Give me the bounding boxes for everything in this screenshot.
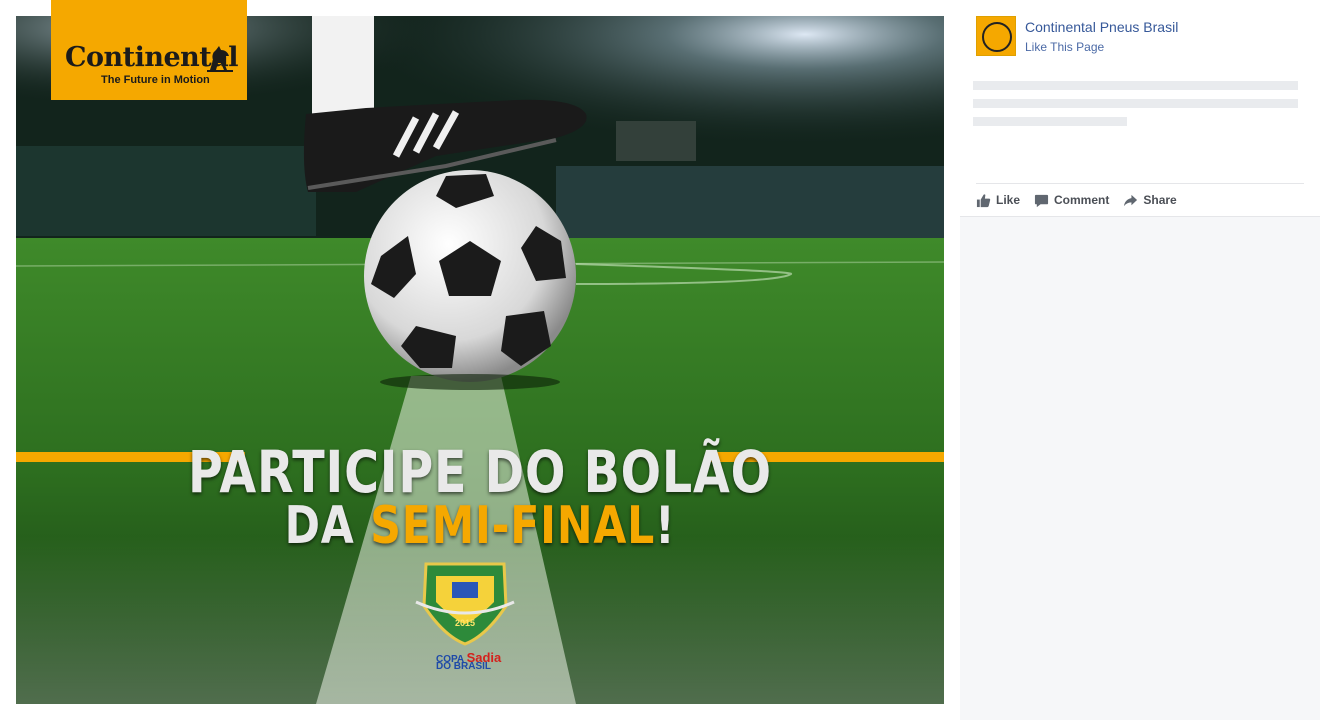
share-label: Share — [1143, 193, 1177, 207]
loading-placeholder-line — [973, 99, 1298, 108]
headline-line2: DA SEMI-FINAL! — [100, 496, 861, 556]
like-label: Like — [996, 193, 1021, 207]
horse-icon — [982, 22, 1012, 52]
loading-placeholder-line — [973, 117, 1127, 126]
page-name-link[interactable]: Continental Pneus Brasil — [1025, 19, 1178, 35]
share-button[interactable]: Share — [1123, 193, 1177, 208]
comments-area — [960, 216, 1320, 720]
share-icon — [1124, 194, 1138, 206]
page-avatar[interactable] — [976, 16, 1016, 56]
headline-line2-accent: SEMI-FINAL — [370, 496, 656, 556]
cup-name-line2: DO BRASIL — [436, 661, 491, 672]
thumbs-up-icon — [976, 193, 991, 207]
like-button[interactable]: Like — [976, 193, 1020, 208]
stadium-scene-image — [16, 16, 944, 704]
comment-label: Comment — [1054, 193, 1110, 207]
loading-placeholder-line — [973, 81, 1298, 90]
post-actions-bar: Like Comment Share — [976, 190, 1191, 210]
comment-icon — [1034, 194, 1049, 207]
like-page-link[interactable]: Like This Page — [1025, 40, 1104, 54]
headline-line2-prefix: DA — [284, 496, 371, 556]
continental-logo: Continental The Future in Motion — [51, 0, 247, 100]
comment-button[interactable]: Comment — [1034, 193, 1109, 208]
headline-line2-suffix: ! — [655, 496, 676, 556]
divider — [976, 183, 1304, 184]
post-sidebar: Continental Pneus Brasil Like This Page … — [960, 0, 1320, 720]
brand-tagline: The Future in Motion — [101, 74, 210, 86]
cup-year: 2015 — [454, 618, 476, 628]
horse-icon — [207, 46, 233, 72]
post-image[interactable]: PARTICIPE DO BOLÃO DA SEMI-FINAL! 2015 C… — [16, 16, 944, 704]
